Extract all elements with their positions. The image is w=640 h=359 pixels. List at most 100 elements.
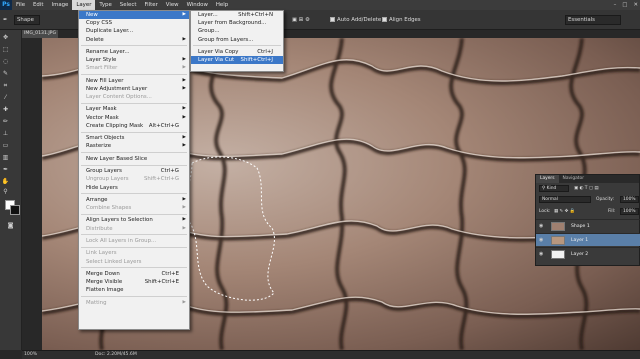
layer-row-layer-2[interactable]: ◉ Layer 2 — [536, 247, 640, 260]
submenu-arrow-icon: ▶ — [182, 114, 186, 120]
menu-item-arrange[interactable]: Arrange ▶ — [79, 196, 189, 204]
quick-select-tool-icon[interactable]: ✎ — [1, 70, 10, 78]
visibility-eye-icon[interactable]: ◉ — [539, 223, 545, 229]
menu-item-align-layers-to-selection[interactable]: Align Layers to Selection ▶ — [79, 216, 189, 224]
new-submenu-dropdown: Layer... Shift+Ctrl+N Layer from Backgroun… — [190, 10, 284, 72]
submenu-item-layer-from-background[interactable]: Layer from Background... — [191, 19, 283, 27]
workspace-select[interactable]: Essentials — [565, 15, 621, 25]
gradient-tool-icon[interactable]: ▥ — [1, 154, 10, 162]
menu-item-new-fill-layer[interactable]: New Fill Layer ▶ — [79, 77, 189, 85]
menu-type[interactable]: Type — [95, 0, 115, 10]
menu-item-flatten-image[interactable]: Flatten Image — [79, 286, 189, 294]
pen-tool-icon[interactable]: ✒ — [1, 166, 10, 174]
menu-item-delete[interactable]: Delete ▶ — [79, 36, 189, 44]
menu-item-label: New — [86, 12, 98, 18]
quick-mask-icon[interactable]: ◙ — [6, 222, 15, 230]
menu-layer[interactable]: Layer — [72, 0, 96, 10]
eyedropper-tool-icon[interactable]: ⁄ — [1, 94, 10, 102]
submenu-item-group[interactable]: Group... — [191, 27, 283, 35]
menu-edit[interactable]: Edit — [29, 0, 47, 10]
brush-tool-icon[interactable]: ✏ — [1, 118, 10, 126]
menu-image[interactable]: Image — [47, 0, 72, 10]
document-tab[interactable]: IMG_0131.JPG — [22, 30, 58, 38]
lock-icons[interactable]: ▦ ✎ ✥ 🔒 — [554, 207, 575, 216]
menu-item-smart-filter: Smart Filter ▶ — [79, 64, 189, 72]
menu-item-smart-objects[interactable]: Smart Objects ▶ — [79, 134, 189, 142]
menu-window[interactable]: Window — [183, 0, 212, 10]
menu-item-label: Layer Style — [86, 57, 117, 64]
layer-filter-select[interactable]: ⚲ Kind — [539, 185, 569, 192]
menu-item-link-layers: Link Layers — [79, 249, 189, 257]
eraser-tool-icon[interactable]: ▭ — [1, 142, 10, 150]
move-tool-icon[interactable]: ✥ — [1, 34, 10, 42]
menu-item-new[interactable]: New ▶ — [79, 11, 189, 20]
path-ops-icons[interactable]: ▣ ⊞ ⚙ — [292, 16, 310, 25]
menu-item-label: Layer Content Options... — [86, 94, 152, 101]
blend-mode-select[interactable]: Normal — [539, 196, 591, 203]
minimize-button[interactable]: – — [614, 0, 617, 10]
menu-item-label: Select Linked Layers — [86, 258, 142, 265]
menu-item-label: Distribute — [86, 225, 113, 232]
menu-item-create-clipping-mask[interactable]: Create Clipping Mask Alt+Ctrl+G — [79, 122, 189, 130]
crop-tool-icon[interactable]: ⌗ — [1, 82, 10, 90]
menu-item-new-layer-based-slice[interactable]: New Layer Based Slice — [79, 155, 189, 163]
visibility-eye-icon[interactable]: ◉ — [539, 237, 545, 243]
menu-item-duplicate-layer[interactable]: Duplicate Layer... — [79, 27, 189, 35]
healing-tool-icon[interactable]: ✚ — [1, 106, 10, 114]
menu-separator — [193, 45, 281, 47]
menu-select[interactable]: Select — [116, 0, 141, 10]
close-button[interactable]: ✕ — [633, 0, 638, 10]
menu-item-copy-css[interactable]: Copy CSS — [79, 19, 189, 27]
menu-item-hide-layers[interactable]: Hide Layers — [79, 184, 189, 192]
layers-panel-tabs: Layers Navigator — [536, 175, 639, 183]
menu-item-layer-mask[interactable]: Layer Mask ▶ — [79, 105, 189, 113]
menu-file[interactable]: File — [12, 0, 29, 10]
clone-stamp-tool-icon[interactable]: ⊥ — [1, 130, 10, 138]
layer-name[interactable]: Layer 1 — [571, 234, 588, 247]
menu-item-merge-down[interactable]: Merge Down Ctrl+E — [79, 270, 189, 278]
menu-help[interactable]: Help — [212, 0, 232, 10]
layer-row-shape-1[interactable]: ◉ Shape 1 — [536, 219, 640, 232]
menu-item-rasterize[interactable]: Rasterize ▶ — [79, 142, 189, 150]
visibility-eye-icon[interactable]: ◉ — [539, 251, 545, 257]
submenu-item-layer[interactable]: Layer... Shift+Ctrl+N — [191, 11, 283, 19]
menu-item-label: Ungroup Layers — [86, 176, 129, 183]
opacity-input[interactable]: 100% — [620, 196, 639, 203]
submenu-item-layer-via-cut[interactable]: Layer Via Cut Shift+Ctrl+J — [191, 56, 283, 65]
menu-item-group-layers[interactable]: Group Layers Ctrl+G — [79, 167, 189, 175]
lasso-tool-icon[interactable]: ◌ — [1, 58, 10, 66]
menu-item-vector-mask[interactable]: Vector Mask ▶ — [79, 114, 189, 122]
zoom-tool-icon[interactable]: ⚲ — [1, 188, 10, 196]
fill-input[interactable]: 100% — [620, 208, 639, 215]
menu-items: File Edit Image Layer Type Select Filter View Wi… — [12, 0, 232, 10]
menu-item-rename-layer[interactable]: Rename Layer... — [79, 48, 189, 56]
align-edges-checkbox[interactable]: Align Edges — [382, 16, 421, 25]
maximize-button[interactable]: □ — [622, 0, 627, 10]
layer-name[interactable]: Layer 2 — [571, 248, 588, 261]
shape-mode-select[interactable]: Shape — [14, 15, 40, 25]
zoom-level[interactable]: 100% — [24, 351, 37, 359]
marquee-tool-icon[interactable]: ⬚ — [1, 46, 10, 54]
menu-item-layer-style[interactable]: Layer Style ▶ — [79, 56, 189, 64]
menu-view[interactable]: View — [162, 0, 183, 10]
submenu-item-layer-via-copy[interactable]: Layer Via Copy Ctrl+J — [191, 48, 283, 56]
tab-navigator[interactable]: Navigator — [559, 175, 588, 183]
background-color-swatch[interactable] — [10, 205, 20, 215]
menu-item-matting: Matting ▶ — [79, 299, 189, 307]
shape-mode-value: Shape — [17, 17, 34, 23]
filter-icons[interactable]: ▣ ◐ T ▢ ▤ — [574, 184, 599, 193]
menu-item-label: Layer... — [198, 12, 218, 18]
menu-item-ungroup-layers: Ungroup Layers Shift+Ctrl+G — [79, 175, 189, 183]
menu-item-merge-visible[interactable]: Merge Visible Shift+Ctrl+E — [79, 278, 189, 286]
tab-layers[interactable]: Layers — [536, 175, 559, 183]
menu-item-shortcut: Shift+Ctrl+E — [144, 279, 179, 286]
menu-filter[interactable]: Filter — [140, 0, 161, 10]
layer-row-layer-1[interactable]: ◉ Layer 1 — [536, 233, 640, 246]
submenu-item-group-from-layers[interactable]: Group from Layers... — [191, 36, 283, 44]
menu-item-new-adjustment-layer[interactable]: New Adjustment Layer ▶ — [79, 85, 189, 93]
auto-add-delete-checkbox[interactable]: Auto Add/Delete — [330, 16, 381, 25]
pen-tool-icon[interactable]: ✒ — [3, 16, 8, 25]
layer-name[interactable]: Shape 1 — [571, 220, 590, 233]
submenu-arrow-icon: ▶ — [182, 106, 186, 112]
hand-tool-icon[interactable]: ✋ — [1, 178, 10, 186]
